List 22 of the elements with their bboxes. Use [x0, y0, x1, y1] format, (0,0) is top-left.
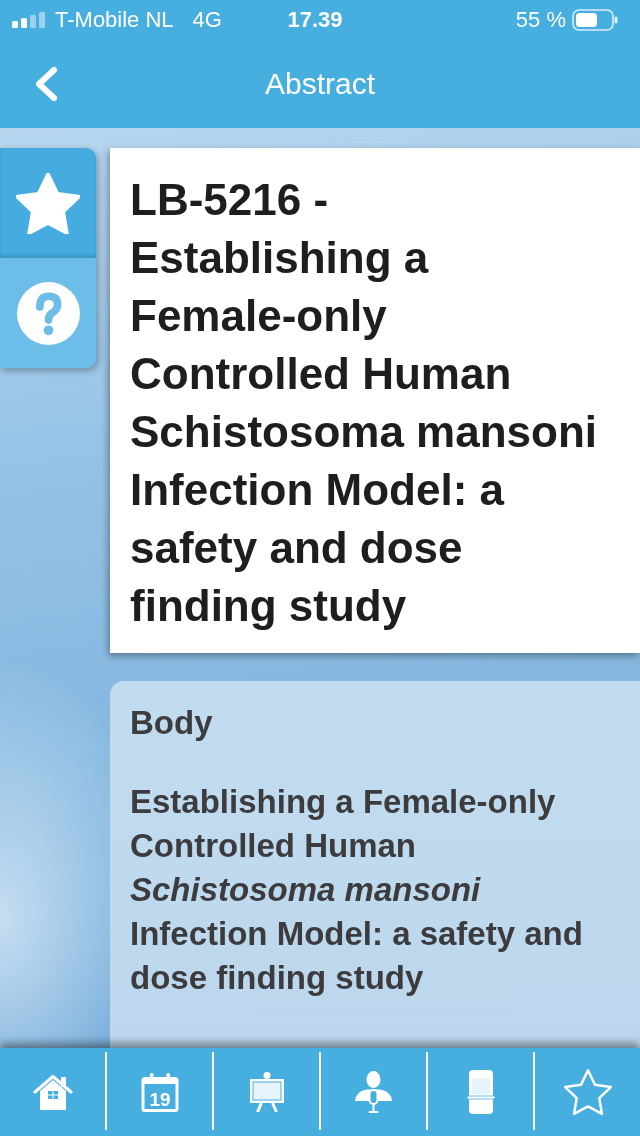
- back-icon: [34, 66, 59, 102]
- signal-icon: [12, 12, 45, 28]
- body-text: Establishing a Female-only Controlled Human Schistosoma mansoni Infection Model: a safety and dose finding study: [130, 782, 584, 998]
- star-icon: [562, 1069, 613, 1115]
- favorite-button[interactable]: [0, 148, 96, 258]
- back-button[interactable]: [34, 66, 59, 102]
- star-icon: [16, 172, 80, 234]
- help-icon: [16, 281, 80, 345]
- kiosk-icon: [466, 1070, 495, 1114]
- battery-percentage: 55 %: [515, 7, 566, 33]
- network-type: 4G: [192, 7, 222, 33]
- person-microphone-icon: [355, 1071, 392, 1113]
- screen-title: Abstract: [264, 66, 375, 102]
- status-time: 17.39: [287, 7, 343, 33]
- house-icon: [32, 1074, 73, 1110]
- battery-icon: [572, 9, 618, 31]
- section-heading: Body: [130, 703, 214, 743]
- help-button[interactable]: [0, 258, 96, 368]
- abstract-title: LB-5216 - Establishing a Female-only Controlled Human Schistosoma mansoni Infection Model: a safety and dose finding study: [130, 174, 598, 632]
- easel-icon: [248, 1072, 285, 1112]
- calendar-tab[interactable]: 19: [107, 1048, 212, 1136]
- carrier-name: T-Mobile NL: [55, 7, 174, 33]
